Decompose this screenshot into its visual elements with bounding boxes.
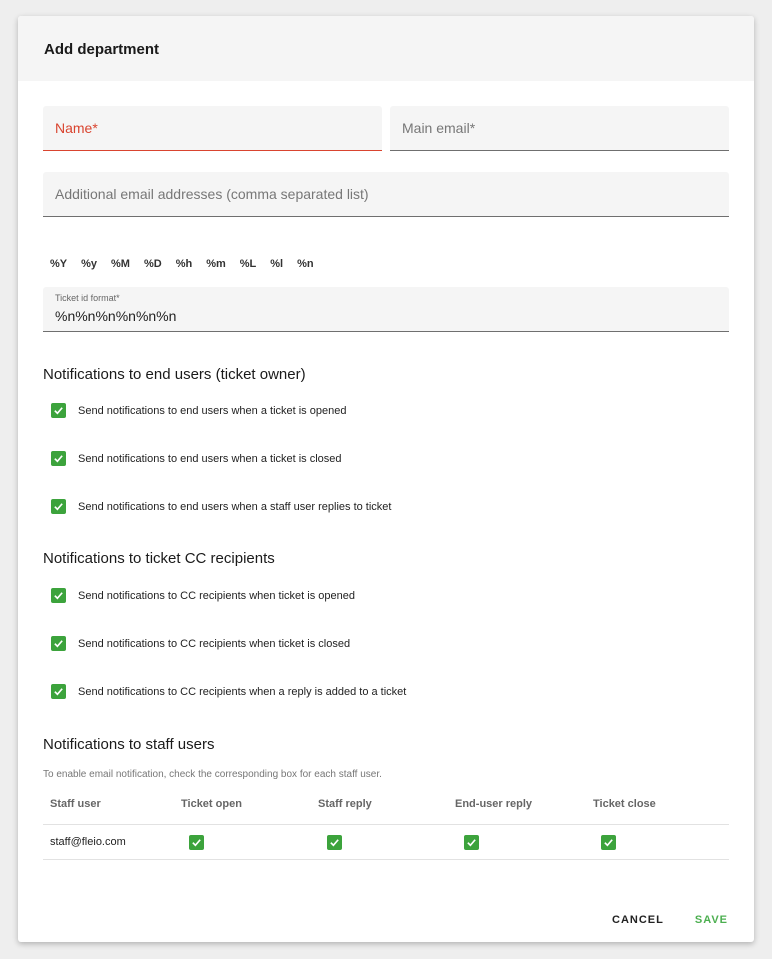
staff-table: Staff user Ticket open Staff reply End-u…	[43, 790, 729, 860]
token-chip[interactable]: %L	[233, 258, 264, 270]
dialog-actions: CANCEL SAVE	[612, 914, 728, 926]
cc-option-closed[interactable]: Send notifications to CC recipients when…	[51, 636, 350, 651]
ticket-id-format-label: Ticket id format*	[55, 293, 120, 303]
cc-option-opened[interactable]: Send notifications to CC recipients when…	[51, 588, 355, 603]
cc-option-reply[interactable]: Send notifications to CC recipients when…	[51, 684, 406, 699]
option-label: Send notifications to end users when a t…	[78, 404, 347, 417]
cancel-button[interactable]: CANCEL	[612, 914, 664, 926]
token-chip[interactable]: %l	[263, 258, 290, 270]
column-header: Staff user	[50, 798, 101, 810]
end-users-option-staff-reply[interactable]: Send notifications to end users when a s…	[51, 499, 391, 514]
token-chip[interactable]: %D	[137, 258, 169, 270]
check-icon[interactable]	[51, 684, 66, 699]
column-header: Staff reply	[318, 798, 372, 810]
option-label: Send notifications to end users when a s…	[78, 500, 392, 513]
check-icon[interactable]	[464, 835, 479, 850]
check-icon[interactable]	[51, 636, 66, 651]
main-email-placeholder: Main email*	[402, 120, 476, 136]
additional-emails-field[interactable]: Additional email addresses (comma separa…	[43, 172, 729, 217]
token-chip[interactable]: %h	[169, 258, 200, 270]
table-header: Staff user Ticket open Staff reply End-u…	[43, 790, 729, 825]
cc-section-title: Notifications to ticket CC recipients	[43, 550, 275, 567]
end-users-section-title: Notifications to end users (ticket owner…	[43, 366, 306, 383]
ticket-format-tokens: %Y %y %M %D %h %m %L %l %n	[43, 258, 321, 270]
ticket-id-format-value: %n%n%n%n%n%n	[55, 308, 177, 324]
token-chip[interactable]: %m	[199, 258, 233, 270]
end-users-option-opened[interactable]: Send notifications to end users when a t…	[51, 403, 346, 418]
ticket-id-format-field[interactable]: Ticket id format* %n%n%n%n%n%n	[43, 287, 729, 332]
check-icon[interactable]	[51, 451, 66, 466]
option-label: Send notifications to CC recipients when…	[78, 589, 355, 602]
check-icon[interactable]	[51, 403, 66, 418]
staff-hint: To enable email notification, check the …	[43, 769, 382, 780]
column-header: Ticket close	[593, 798, 656, 810]
check-icon[interactable]	[51, 588, 66, 603]
staff-user-email: staff@fleio.com	[50, 836, 126, 848]
token-chip[interactable]: %y	[74, 258, 104, 270]
option-label: Send notifications to end users when a t…	[78, 452, 342, 465]
table-row: staff@fleio.com	[43, 825, 729, 860]
end-users-option-closed[interactable]: Send notifications to end users when a t…	[51, 451, 342, 466]
column-header: End-user reply	[455, 798, 533, 810]
token-chip[interactable]: %Y	[43, 258, 74, 270]
check-icon[interactable]	[189, 835, 204, 850]
additional-emails-placeholder: Additional email addresses (comma separa…	[55, 186, 369, 202]
option-label: Send notifications to CC recipients when…	[78, 685, 407, 698]
token-chip[interactable]: %n	[290, 258, 321, 270]
token-chip[interactable]: %M	[104, 258, 137, 270]
option-label: Send notifications to CC recipients when…	[78, 637, 351, 650]
staff-section-title: Notifications to staff users	[43, 736, 215, 753]
dialog-header: Add department	[18, 16, 754, 81]
check-icon[interactable]	[327, 835, 342, 850]
name-field[interactable]: Name*	[43, 106, 382, 151]
check-icon[interactable]	[51, 499, 66, 514]
name-placeholder: Name*	[55, 120, 98, 136]
save-button[interactable]: SAVE	[695, 914, 728, 926]
add-department-dialog: Add department Name* Main email* Additio…	[18, 16, 754, 942]
column-header: Ticket open	[181, 798, 242, 810]
dialog-title: Add department	[44, 41, 160, 58]
main-email-field[interactable]: Main email*	[390, 106, 729, 151]
check-icon[interactable]	[601, 835, 616, 850]
